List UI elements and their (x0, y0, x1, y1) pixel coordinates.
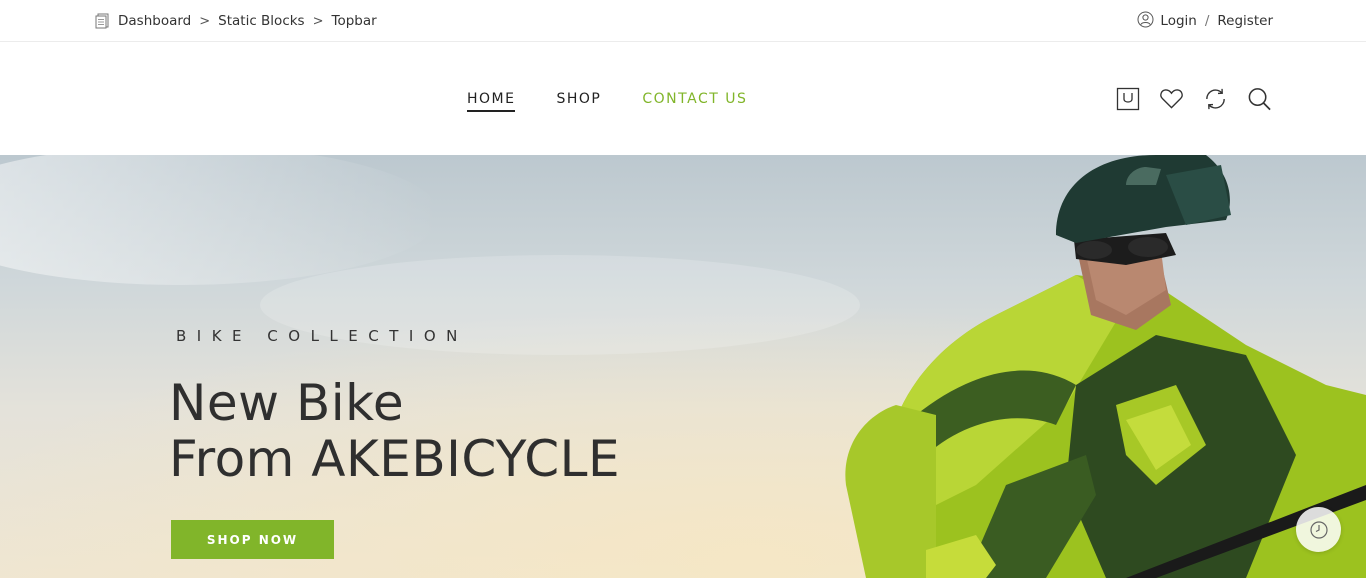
nav-shop[interactable]: SHOP (556, 91, 601, 107)
clock-icon[interactable] (1296, 507, 1341, 552)
search-icon[interactable] (1247, 86, 1272, 111)
heart-icon[interactable] (1159, 86, 1184, 111)
cart-icon[interactable] (1115, 86, 1140, 111)
document-icon (95, 13, 110, 29)
site-header: HOME SHOP CONTACT US (0, 42, 1366, 155)
main-nav: HOME SHOP CONTACT US (467, 42, 747, 155)
hero-title-line-2: From AKEBICYCLE (169, 430, 621, 488)
breadcrumb-separator: > (199, 13, 211, 29)
user-icon (1137, 11, 1154, 32)
account-separator: / (1204, 13, 1210, 29)
hero-title: New Bike From AKEBICYCLE (169, 375, 620, 487)
breadcrumb: Dashboard > Static Blocks > Topbar (95, 0, 377, 42)
breadcrumb-static-blocks[interactable]: Static Blocks (218, 13, 304, 29)
nav-home[interactable]: HOME (467, 91, 516, 112)
mountain-biker-photo (845, 155, 1366, 578)
login-link[interactable]: Login (1160, 13, 1196, 29)
breadcrumb-separator: > (312, 13, 324, 29)
breadcrumb-dashboard[interactable]: Dashboard (118, 13, 191, 29)
hero-banner: BIKE COLLECTION New Bike From AKEBICYCLE… (0, 155, 1366, 578)
hero-subtitle: BIKE COLLECTION (176, 327, 468, 345)
account-links: Login / Register (1137, 0, 1273, 42)
shop-now-button[interactable]: SHOP NOW (171, 520, 334, 559)
nav-contact-us[interactable]: CONTACT US (642, 91, 747, 107)
hero-title-line-1: New Bike (169, 374, 405, 432)
compare-icon[interactable] (1203, 86, 1228, 111)
header-icons (1115, 42, 1272, 155)
register-link[interactable]: Register (1217, 13, 1273, 29)
breadcrumb-topbar: Topbar (331, 13, 377, 29)
topbar: Dashboard > Static Blocks > Topbar Login… (0, 0, 1366, 42)
